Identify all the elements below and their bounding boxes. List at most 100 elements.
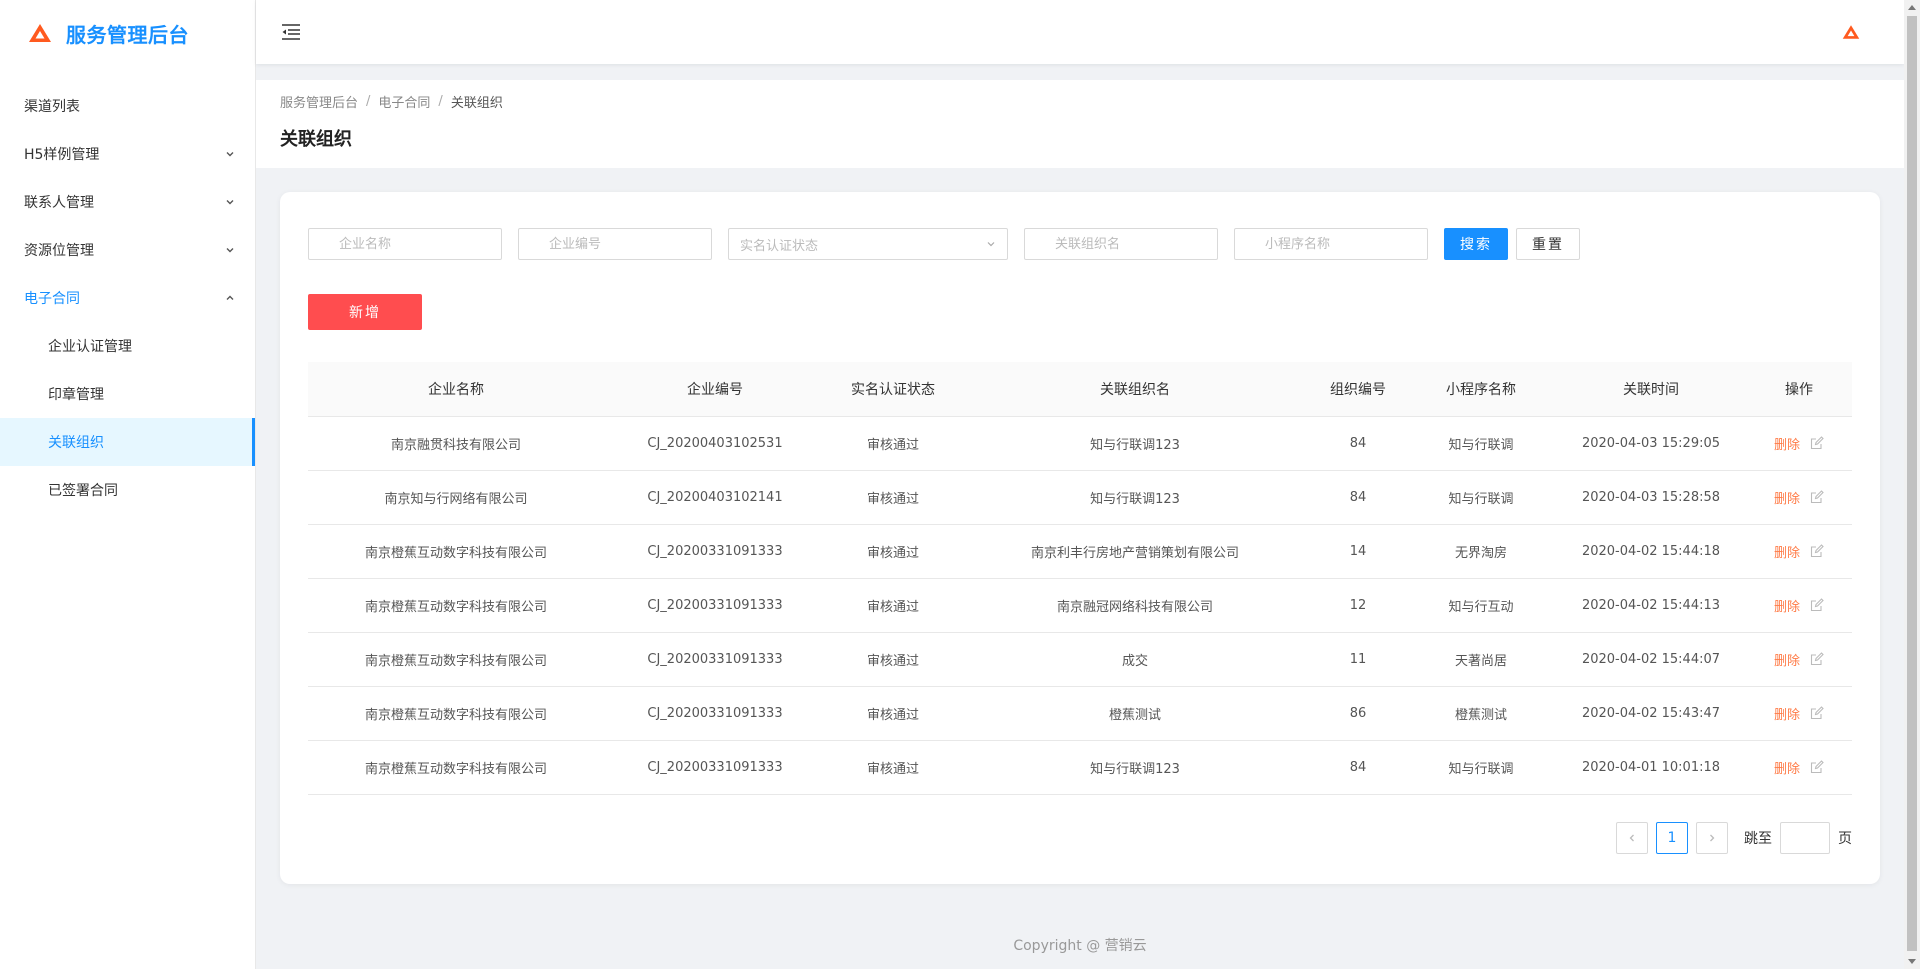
sidebar-item-signed-contracts[interactable]: 已签署合同	[0, 466, 255, 514]
scroll-down-arrow-icon[interactable]	[1908, 959, 1916, 964]
jump-page-input[interactable]	[1780, 822, 1830, 854]
cell-org-code: 14	[1310, 524, 1406, 579]
cell-miniprogram: 天著尚居	[1406, 632, 1556, 687]
cell-org-code: 12	[1310, 578, 1406, 633]
page-scrollbar[interactable]	[1904, 0, 1920, 969]
company-name-input[interactable]	[308, 228, 502, 260]
cell-linked-time: 2020-04-02 15:44:07	[1556, 632, 1746, 687]
delete-link[interactable]: 删除	[1774, 650, 1800, 669]
sidebar-item-contacts[interactable]: 联系人管理	[0, 178, 255, 226]
table-row: 南京橙蕉互动数字科技有限公司 CJ_20200331091333 审核通过 橙蕉测试 8…	[308, 686, 1852, 741]
scroll-up-arrow-icon[interactable]	[1908, 5, 1916, 10]
org-name-input[interactable]	[1024, 228, 1218, 260]
cell-auth-status: 审核通过	[826, 524, 960, 579]
scroll-thumb[interactable]	[1907, 16, 1917, 951]
sidebar-item-resources[interactable]: 资源位管理	[0, 226, 255, 274]
breadcrumb-item[interactable]: 电子合同	[378, 92, 430, 111]
search-button[interactable]: 搜索	[1444, 228, 1508, 260]
sidebar-menu: 渠道列表 H5样例管理 联系人管理 资源位管理 电子合同 企业认证管理 印章管理…	[0, 82, 255, 514]
sidebar-item-e-contract[interactable]: 电子合同	[0, 274, 255, 322]
sidebar-item-h5-samples[interactable]: H5样例管理	[0, 130, 255, 178]
table-row: 南京橙蕉互动数字科技有限公司 CJ_20200331091333 审核通过 南京融冠网…	[308, 578, 1852, 633]
reset-button[interactable]: 重置	[1516, 228, 1580, 260]
cell-miniprogram: 知与行互动	[1406, 578, 1556, 633]
cell-company-name: 南京橙蕉互动数字科技有限公司	[308, 686, 604, 741]
cell-auth-status: 审核通过	[826, 632, 960, 687]
row-actions: 删除	[1774, 434, 1824, 453]
cell-company-code: CJ_20200403102141	[604, 470, 826, 525]
cell-company-name: 南京橙蕉互动数字科技有限公司	[308, 740, 604, 795]
cell-miniprogram: 知与行联调	[1406, 470, 1556, 525]
edit-icon[interactable]	[1810, 490, 1824, 504]
breadcrumb-item[interactable]: 服务管理后台	[280, 92, 358, 111]
auth-status-select[interactable]: 实名认证状态	[728, 228, 1008, 260]
cell-auth-status: 审核通过	[826, 740, 960, 795]
cell-linked-time: 2020-04-01 10:01:18	[1556, 740, 1746, 795]
delete-link[interactable]: 删除	[1774, 542, 1800, 561]
cell-company-name: 南京橙蕉互动数字科技有限公司	[308, 578, 604, 633]
delete-link[interactable]: 删除	[1774, 758, 1800, 777]
table-row: 南京橙蕉互动数字科技有限公司 CJ_20200331091333 审核通过 成交 11 天…	[308, 632, 1852, 687]
page-title: 关联组织	[280, 129, 352, 150]
cell-company-code: CJ_20200403102531	[604, 416, 826, 471]
edit-icon[interactable]	[1810, 544, 1824, 558]
menu-fold-icon[interactable]	[280, 23, 302, 41]
delete-link[interactable]: 删除	[1774, 488, 1800, 507]
cell-company-code: CJ_20200331091333	[604, 740, 826, 795]
cell-company-code: CJ_20200331091333	[604, 686, 826, 741]
delete-link[interactable]: 删除	[1774, 704, 1800, 723]
prev-page-button[interactable]	[1616, 822, 1648, 854]
table-header-row: 企业名称 企业编号 实名认证状态 关联组织名 组织编号 小程序名称 关联时间 操…	[308, 362, 1852, 417]
jump-label: 跳至	[1744, 831, 1772, 847]
footer: Copyright @ 营销云	[1013, 938, 1147, 954]
edit-icon[interactable]	[1810, 598, 1824, 612]
sidebar-item-label: 渠道列表	[24, 99, 80, 115]
edit-icon[interactable]	[1810, 652, 1824, 666]
cell-linked-time: 2020-04-03 15:28:58	[1556, 470, 1746, 525]
main-card: 实名认证状态 搜索 重置 新增 企业名称 企业编号 实名认证状态 关联组织名 组…	[280, 192, 1880, 884]
page-number[interactable]: 1	[1656, 822, 1688, 854]
miniprogram-name-input[interactable]	[1234, 228, 1428, 260]
column-header: 实名认证状态	[826, 362, 960, 417]
sidebar-item-channel-list[interactable]: 渠道列表	[0, 82, 255, 130]
edit-icon[interactable]	[1810, 706, 1824, 720]
delete-link[interactable]: 删除	[1774, 596, 1800, 615]
chevron-down-icon	[226, 248, 234, 253]
cell-auth-status: 审核通过	[826, 470, 960, 525]
company-code-input[interactable]	[518, 228, 712, 260]
sidebar-logo[interactable]: 服务管理后台	[0, 0, 255, 66]
cell-actions: 删除	[1746, 686, 1852, 741]
chevron-down-icon	[987, 242, 995, 247]
next-page-button[interactable]	[1696, 822, 1728, 854]
cell-miniprogram: 知与行联调	[1406, 740, 1556, 795]
cell-org-name: 橙蕉测试	[960, 686, 1310, 741]
column-header: 企业名称	[308, 362, 604, 417]
column-header: 关联组织名	[960, 362, 1310, 417]
edit-icon[interactable]	[1810, 760, 1824, 774]
chevron-left-icon	[1629, 834, 1634, 842]
sidebar-item-label: 联系人管理	[24, 195, 94, 211]
cell-auth-status: 审核通过	[826, 686, 960, 741]
sidebar-item-label: 资源位管理	[24, 243, 94, 259]
cell-company-code: CJ_20200331091333	[604, 632, 826, 687]
sidebar-item-enterprise-auth[interactable]: 企业认证管理	[0, 322, 255, 370]
sidebar-item-seals[interactable]: 印章管理	[0, 370, 255, 418]
sidebar-item-related-orgs[interactable]: 关联组织	[0, 418, 255, 466]
auth-status-placeholder: 实名认证状态	[740, 238, 819, 254]
delete-link[interactable]: 删除	[1774, 434, 1800, 453]
column-header: 企业编号	[604, 362, 826, 417]
logo-icon	[29, 24, 51, 42]
sidebar-item-label: 企业认证管理	[48, 339, 132, 355]
cell-actions: 删除	[1746, 524, 1852, 579]
chevron-up-icon	[226, 295, 234, 300]
cell-actions: 删除	[1746, 632, 1852, 687]
add-button[interactable]: 新增	[308, 294, 422, 330]
edit-icon[interactable]	[1810, 436, 1824, 450]
cell-org-name: 成交	[960, 632, 1310, 687]
cell-org-code: 84	[1310, 416, 1406, 471]
row-actions: 删除	[1774, 650, 1824, 669]
logo-icon[interactable]	[1842, 24, 1860, 40]
cell-company-code: CJ_20200331091333	[604, 524, 826, 579]
cell-linked-time: 2020-04-02 15:44:13	[1556, 578, 1746, 633]
breadcrumb-separator: /	[366, 94, 371, 109]
